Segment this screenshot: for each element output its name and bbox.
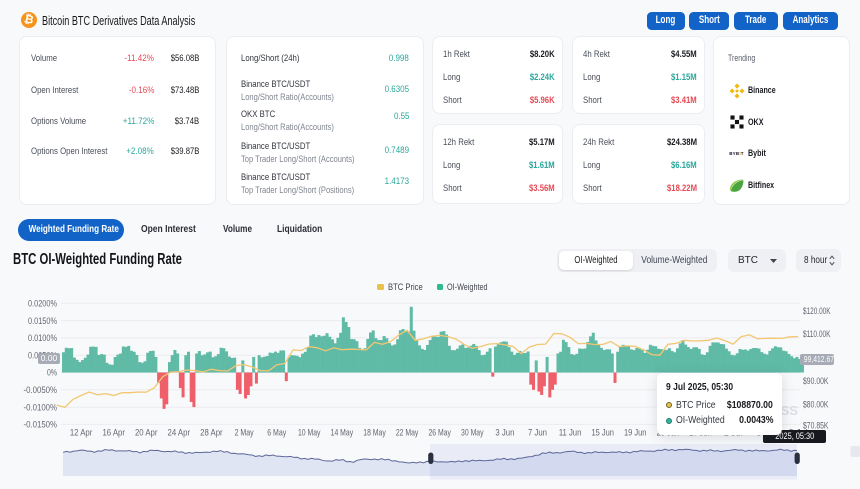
svg-text:14 May: 14 May (331, 428, 354, 438)
svg-text:$110.00K: $110.00K (803, 329, 831, 339)
svg-text:28 Apr: 28 Apr (200, 428, 223, 438)
svg-text:19 Jun: 19 Jun (624, 428, 647, 438)
svg-text:26 May: 26 May (428, 428, 451, 438)
svg-text:24 Apr: 24 Apr (168, 428, 191, 438)
svg-text:11 Jun: 11 Jun (559, 428, 582, 438)
svg-text:0.0150%: 0.0150% (28, 316, 57, 326)
svg-text:20 Apr: 20 Apr (135, 428, 158, 438)
svg-text:0.0200%: 0.0200% (28, 299, 57, 309)
svg-text:22 May: 22 May (396, 428, 419, 438)
svg-text:10 May: 10 May (298, 428, 321, 438)
svg-text:7 Jun: 7 Jun (528, 428, 547, 438)
svg-text:-0.0100%: -0.0100% (24, 402, 58, 412)
svg-text:12 Apr: 12 Apr (70, 428, 93, 438)
svg-text:$90.00K: $90.00K (803, 376, 829, 386)
svg-text:-0.0050%: -0.0050% (24, 385, 58, 395)
svg-text:6 May: 6 May (267, 428, 286, 438)
svg-text:$120.00K: $120.00K (803, 306, 831, 316)
svg-text:-0.0150%: -0.0150% (24, 420, 58, 430)
svg-text:16 Apr: 16 Apr (102, 428, 125, 438)
svg-text:15 Jun: 15 Jun (591, 428, 614, 438)
svg-text:0%: 0% (47, 368, 57, 378)
svg-text:$80.00K: $80.00K (803, 399, 829, 409)
svg-text:0.0100%: 0.0100% (28, 333, 57, 343)
svg-text:2 May: 2 May (235, 428, 254, 438)
svg-text:18 May: 18 May (363, 428, 386, 438)
svg-text:30 May: 30 May (461, 428, 484, 438)
svg-text:3 Jun: 3 Jun (495, 428, 514, 438)
